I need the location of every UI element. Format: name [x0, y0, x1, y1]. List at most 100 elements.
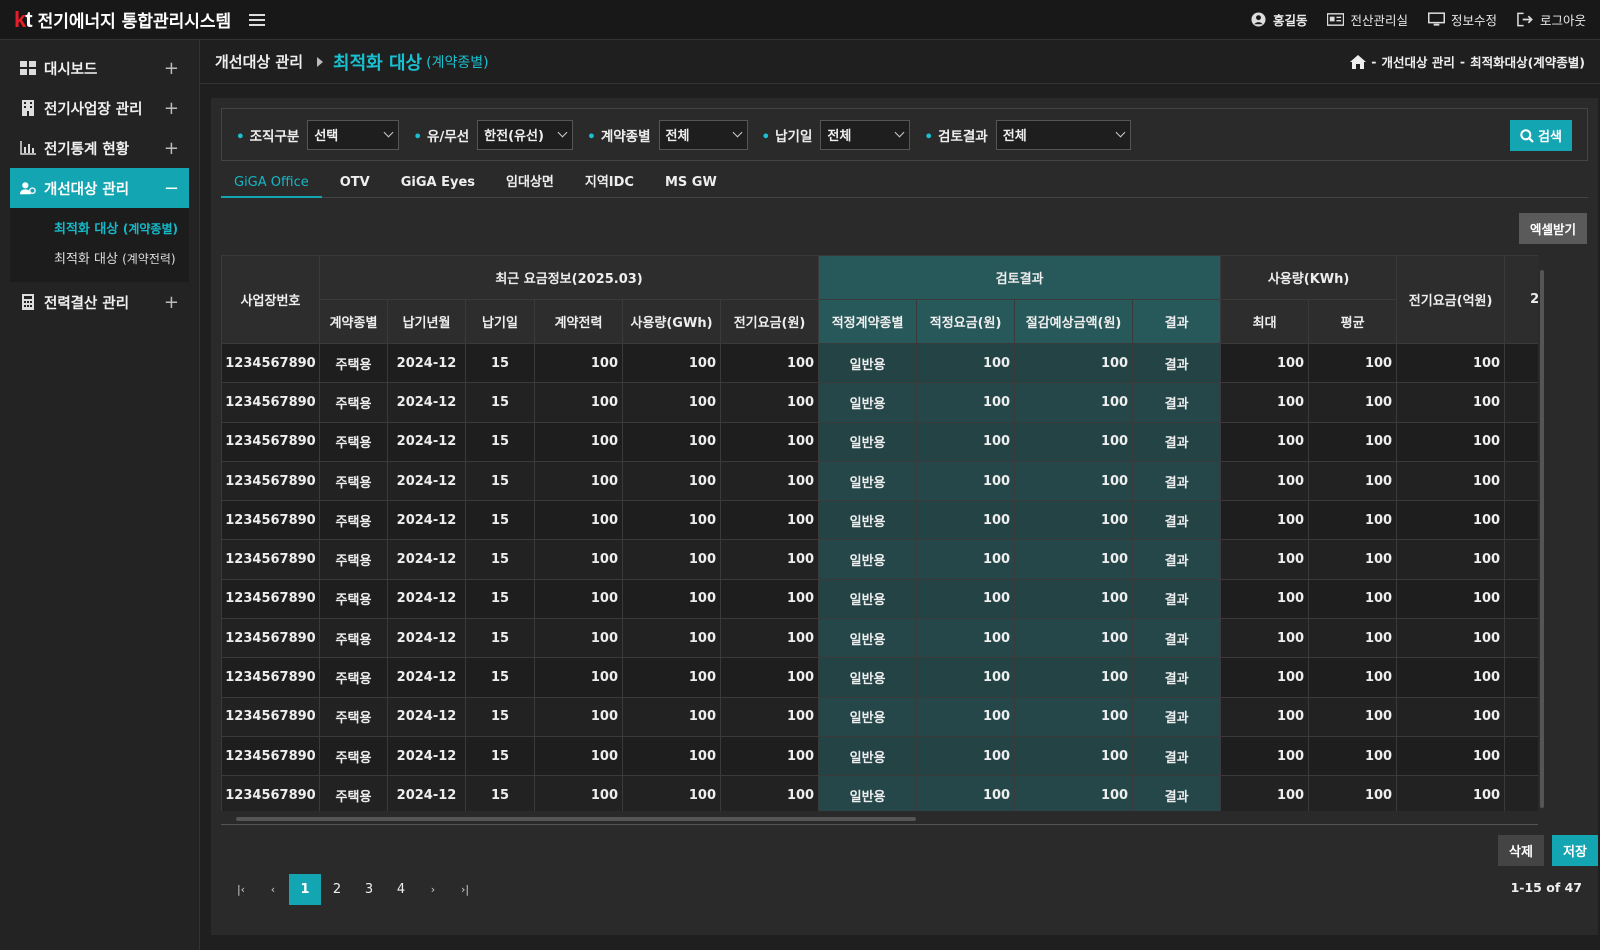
- table-cell: 100: [1014, 342, 1134, 384]
- table-cell: 주택용: [319, 696, 388, 737]
- due-date-select[interactable]: 전체: [820, 119, 911, 150]
- table-cell: 100: [1014, 618, 1134, 659]
- table-cell: 100: [916, 657, 1016, 698]
- table-row[interactable]: 1234567890 주택용 2024-12 15 100 100 100 일반용 100 100…: [221, 618, 1538, 659]
- table-row[interactable]: 1234567890 주택용 2024-12 15 100 100 100 일반용 100 100…: [221, 460, 1538, 502]
- table-row[interactable]: 1234567890 주택용 2024-12 15 100 100 100 일반용 100 100…: [221, 696, 1538, 737]
- bar-chart-icon: [20, 140, 36, 156]
- user-menu[interactable]: 홍길동: [1250, 10, 1308, 29]
- expand-plus-icon[interactable]: +: [164, 292, 179, 313]
- profile-edit-link[interactable]: 정보수정: [1427, 10, 1497, 29]
- table-row[interactable]: 1234567890 주택용 2024-12 15 100 100 100 일반용 100 100…: [221, 382, 1538, 423]
- excel-download-button[interactable]: 엑셀받기: [1519, 213, 1587, 244]
- table-cell: 100: [719, 421, 820, 462]
- page-3[interactable]: 3: [353, 874, 385, 905]
- page-4[interactable]: 4: [385, 874, 417, 905]
- sidebar-item-label: 전기사업장 관리: [44, 101, 143, 118]
- app-logo[interactable]: kt 전기에너지 통합관리시스템: [14, 7, 231, 33]
- tab-giga-office[interactable]: GiGA Office: [221, 172, 322, 198]
- tab-giga-eyes[interactable]: GiGA Eyes: [388, 172, 488, 198]
- horizontal-scrollbar[interactable]: [236, 817, 916, 821]
- section-title: 개선대상 관리: [215, 53, 304, 71]
- collapse-minus-icon[interactable]: −: [164, 178, 179, 199]
- table-cell: 100: [622, 618, 721, 659]
- header-usage: 사용량(KWh): [1220, 255, 1398, 300]
- review-select[interactable]: 전체: [995, 119, 1131, 150]
- expand-plus-icon[interactable]: +: [164, 98, 179, 119]
- submenu-item-contract-type[interactable]: 최적화 대상 (계약종별): [54, 214, 189, 244]
- table-row[interactable]: 1234567890 주택용 2024-12 15 100 100 100 일반용 100 100…: [221, 735, 1538, 777]
- table-cell: 2024-12: [387, 539, 466, 580]
- search-button[interactable]: 검색: [1510, 120, 1572, 151]
- tab-ms-gw[interactable]: MS GW: [652, 172, 730, 198]
- submenu-label: 최적화 대상: [54, 222, 119, 237]
- table-cell: 100: [719, 735, 820, 777]
- contract-type-select[interactable]: 전체: [658, 119, 748, 150]
- table-cell: 100: [719, 775, 820, 811]
- table-cell: 2024-12: [387, 342, 466, 384]
- sidebar-item-sites[interactable]: 전기사업장 관리 +: [0, 88, 199, 128]
- breadcrumb-item[interactable]: 개선대상 관리: [1382, 52, 1455, 71]
- pagination: |‹ ‹ 1 2 3 4 › ›|: [225, 874, 481, 905]
- table-cell: 일반용: [818, 775, 918, 811]
- sidebar-item-settlement[interactable]: 전력결산 관리 +: [0, 282, 199, 322]
- save-button[interactable]: 저장: [1552, 835, 1598, 866]
- table-row[interactable]: 1234567890 주택용 2024-12 15 100 100 100 일반용 100 100…: [221, 578, 1538, 620]
- sidebar-item-dashboard[interactable]: 대시보드 +: [0, 48, 199, 88]
- user-name: 홍길동: [1272, 13, 1308, 28]
- home-icon[interactable]: [1350, 54, 1367, 69]
- tab-rental[interactable]: 임대상면: [493, 172, 567, 198]
- tab-idc[interactable]: 지역IDC: [572, 172, 647, 198]
- table-cell: 100: [916, 421, 1016, 462]
- submenu-item-contract-power[interactable]: 최적화 대상 (계약전력): [54, 244, 189, 274]
- org-select[interactable]: 선택: [307, 119, 400, 150]
- table-cell: 100: [1308, 382, 1398, 423]
- table-cell: 100: [534, 735, 623, 777]
- select-value: 전체: [827, 129, 852, 144]
- table-row[interactable]: 1234567890 주택용 2024-12 15 100 100 100 일반용 100 100…: [221, 657, 1538, 698]
- page-1[interactable]: 1: [289, 874, 321, 905]
- chevron-down-icon: [1115, 127, 1126, 138]
- expand-plus-icon[interactable]: +: [164, 138, 179, 159]
- table-cell: 100: [1220, 618, 1310, 659]
- next-page-icon[interactable]: ›: [417, 874, 449, 905]
- wire-select[interactable]: 한전(유선): [477, 119, 574, 150]
- table-cell-overflow: [1504, 342, 1538, 384]
- first-page-icon[interactable]: |‹: [225, 874, 257, 905]
- table-row[interactable]: 1234567890 주택용 2024-12 15 100 100 100 일반용 100 100…: [221, 421, 1538, 462]
- sidebar-item-label: 전기통계 현황: [44, 141, 130, 158]
- prev-page-icon[interactable]: ‹: [257, 874, 289, 905]
- last-page-icon[interactable]: ›|: [449, 874, 481, 905]
- expand-plus-icon[interactable]: +: [164, 58, 179, 79]
- logout-link[interactable]: 로그아웃: [1517, 10, 1586, 29]
- table-cell: 100: [1014, 578, 1134, 620]
- table-cell-overflow: [1504, 618, 1538, 659]
- search-icon: [1520, 128, 1534, 143]
- admin-link[interactable]: 전산관리실: [1327, 10, 1408, 29]
- table-row[interactable]: 1234567890 주택용 2024-12 15 100 100 100 일반용 100 100…: [221, 775, 1538, 811]
- sidebar-item-label: 전력결산 관리: [44, 295, 130, 312]
- table-row[interactable]: 1234567890 주택용 2024-12 15 100 100 100 일반용 100 100…: [221, 500, 1538, 541]
- tab-otv[interactable]: OTV: [327, 172, 383, 198]
- page-2[interactable]: 2: [321, 874, 353, 905]
- table-cell: 100: [1396, 500, 1506, 541]
- delete-button[interactable]: 삭제: [1498, 835, 1544, 866]
- content-panel: 조직구분 선택 유/무선 한전(유선) 계약종별 전체 납기일 전체 검토결과 …: [211, 98, 1598, 935]
- table-cell: 주택용: [319, 775, 388, 811]
- table-cell: 2024-12: [387, 500, 466, 541]
- table-cell: 일반용: [818, 460, 918, 502]
- sidebar-item-statistics[interactable]: 전기통계 현황 +: [0, 128, 199, 168]
- sidebar-item-improvement[interactable]: 개선대상 관리 −: [10, 168, 189, 208]
- table-row[interactable]: 1234567890 주택용 2024-12 15 100 100 100 일반용 100 100…: [221, 342, 1538, 384]
- table-row[interactable]: 1234567890 주택용 2024-12 15 100 100 100 일반용 100 100…: [221, 539, 1538, 580]
- table-cell: 100: [1308, 342, 1398, 384]
- table-cell: 100: [1014, 500, 1134, 541]
- breadcrumb-item[interactable]: 최적화대상(계약종별): [1470, 52, 1585, 71]
- search-label: 검색: [1538, 130, 1562, 145]
- vertical-scrollbar[interactable]: [1540, 270, 1544, 808]
- table-cell: 100: [1308, 460, 1398, 502]
- table-cell: 100: [1396, 342, 1506, 384]
- menu-toggle-icon[interactable]: [249, 13, 266, 26]
- col-header: 평균: [1308, 299, 1398, 344]
- table-cell: 일반용: [818, 657, 918, 698]
